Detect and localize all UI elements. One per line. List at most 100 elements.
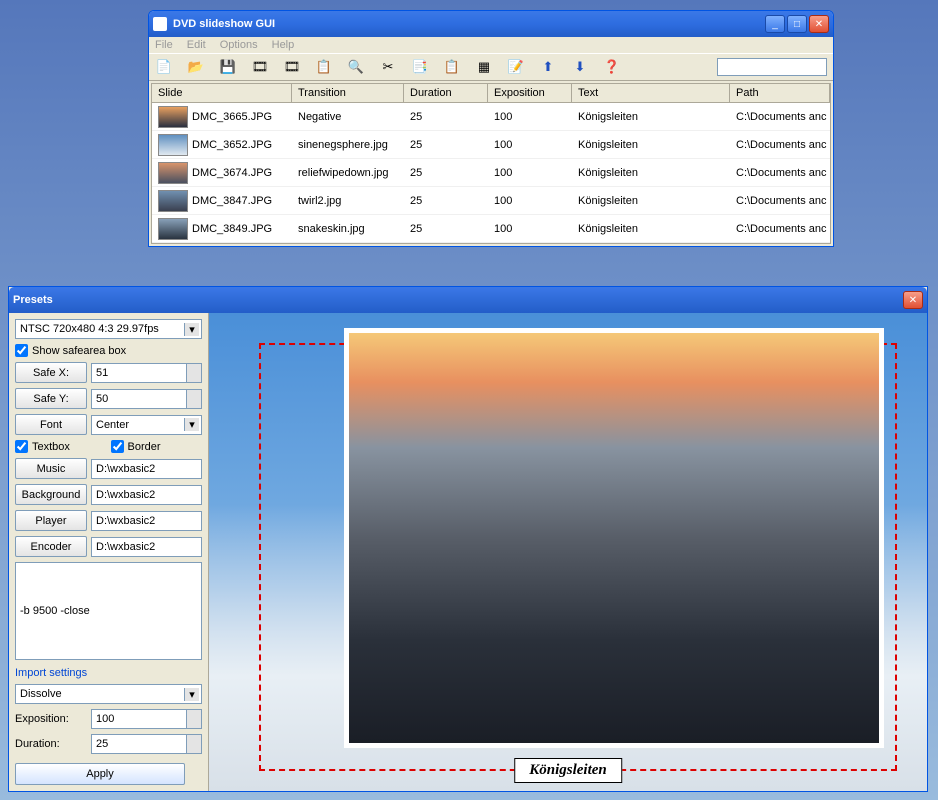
main-window: DVD slideshow GUI _ □ ✕ File Edit Option… — [148, 10, 834, 247]
duration-input[interactable]: 25 — [91, 734, 202, 754]
toolbar-search[interactable] — [717, 58, 827, 76]
cell-transition: snakeskin.jpg — [292, 220, 404, 238]
safey-input[interactable]: 50 — [91, 389, 202, 409]
col-path[interactable]: Path — [730, 84, 830, 102]
menu-options[interactable]: Options — [220, 39, 258, 51]
music-button[interactable]: Music — [15, 458, 87, 479]
cell-duration: 25 — [404, 192, 488, 210]
encoder-path[interactable]: D:\wxbasic2 — [91, 537, 202, 557]
cell-text: Königsleiten — [572, 192, 730, 210]
safex-input[interactable]: 51 — [91, 363, 202, 383]
cell-text: Königsleiten — [572, 164, 730, 182]
menu-help[interactable]: Help — [272, 39, 295, 51]
doc-icon[interactable]: 📝 — [507, 58, 525, 76]
cell-duration: 25 — [404, 108, 488, 126]
up-icon[interactable]: ⬆ — [539, 58, 557, 76]
cell-exposition: 100 — [488, 164, 572, 182]
cell-path: C:\Documents anc — [730, 220, 830, 238]
presets-title: Presets — [13, 294, 903, 306]
save-icon[interactable]: 💾 — [219, 58, 237, 76]
app-icon — [153, 17, 167, 31]
font-button[interactable]: Font — [15, 414, 87, 435]
player-path[interactable]: D:\wxbasic2 — [91, 511, 202, 531]
music-path[interactable]: D:\wxbasic2 — [91, 459, 202, 479]
open-icon[interactable]: 📂 — [187, 58, 205, 76]
presets-window: Presets ✕ NTSC 720x480 4:3 29.97fps Show… — [8, 286, 928, 792]
copy2-icon[interactable]: 📑 — [411, 58, 429, 76]
col-transition[interactable]: Transition — [292, 84, 404, 102]
col-duration[interactable]: Duration — [404, 84, 488, 102]
col-slide[interactable]: Slide — [152, 84, 292, 102]
thumbnail — [158, 106, 188, 128]
slide-name: DMC_3849.JPG — [192, 223, 272, 235]
table-row[interactable]: DMC_3849.JPGsnakeskin.jpg25100Königsleit… — [152, 215, 830, 243]
slide-name: DMC_3847.JPG — [192, 195, 272, 207]
encoder-args[interactable]: -b 9500 -close — [15, 562, 202, 660]
slide-name: DMC_3674.JPG — [192, 167, 272, 179]
new-icon[interactable]: 📄 — [155, 58, 173, 76]
menubar: File Edit Options Help — [149, 37, 833, 53]
main-titlebar[interactable]: DVD slideshow GUI _ □ ✕ — [149, 11, 833, 37]
list-header: Slide Transition Duration Exposition Tex… — [152, 84, 830, 103]
preview-icon[interactable]: 🔍 — [347, 58, 365, 76]
cell-exposition: 100 — [488, 192, 572, 210]
player-button[interactable]: Player — [15, 510, 87, 531]
grid-icon[interactable]: ▦ — [475, 58, 493, 76]
preview-area: Königsleiten — [209, 313, 927, 791]
cell-exposition: 100 — [488, 108, 572, 126]
slide-list: Slide Transition Duration Exposition Tex… — [151, 83, 831, 244]
maximize-button[interactable]: □ — [787, 15, 807, 33]
font-align-select[interactable]: Center — [91, 415, 202, 435]
paste-icon[interactable]: 📋 — [443, 58, 461, 76]
menu-edit[interactable]: Edit — [187, 39, 206, 51]
safex-button[interactable]: Safe X: — [15, 362, 87, 383]
import-settings-label: Import settings — [15, 667, 202, 679]
cell-path: C:\Documents anc — [730, 108, 830, 126]
cell-exposition: 100 — [488, 220, 572, 238]
cell-transition: twirl2.jpg — [292, 192, 404, 210]
slide-name: DMC_3665.JPG — [192, 111, 272, 123]
cell-duration: 25 — [404, 136, 488, 154]
presets-titlebar[interactable]: Presets ✕ — [9, 287, 927, 313]
down-icon[interactable]: ⬇ — [571, 58, 589, 76]
presets-close-button[interactable]: ✕ — [903, 291, 923, 309]
col-exposition[interactable]: Exposition — [488, 84, 572, 102]
table-row[interactable]: DMC_3665.JPGNegative25100KönigsleitenC:\… — [152, 103, 830, 131]
exposition-input[interactable]: 100 — [91, 709, 202, 729]
film-icon[interactable]: 🎞 — [251, 58, 269, 76]
table-row[interactable]: DMC_3652.JPGsinenegsphere.jpg25100Königs… — [152, 131, 830, 159]
table-row[interactable]: DMC_3847.JPG twirl2.jpg25100KönigsleitenC… — [152, 187, 830, 215]
border-checkbox[interactable]: Border — [111, 440, 203, 453]
menu-file[interactable]: File — [155, 39, 173, 51]
col-text[interactable]: Text — [572, 84, 730, 102]
close-button[interactable]: ✕ — [809, 15, 829, 33]
thumbnail — [158, 162, 188, 184]
table-row[interactable]: DMC_3674.JPG reliefwipedown.jpg25100König… — [152, 159, 830, 187]
presets-panel: NTSC 720x480 4:3 29.97fps Show safearea … — [9, 313, 209, 791]
cell-path: C:\Documents anc — [730, 192, 830, 210]
safey-button[interactable]: Safe Y: — [15, 388, 87, 409]
copy-icon[interactable]: 📋 — [315, 58, 333, 76]
background-button[interactable]: Background — [15, 484, 87, 505]
background-path[interactable]: D:\wxbasic2 — [91, 485, 202, 505]
cell-duration: 25 — [404, 220, 488, 238]
cell-transition: Negative — [292, 108, 404, 126]
film2-icon[interactable]: 🎞 — [283, 58, 301, 76]
cut-icon[interactable]: ✂ — [379, 58, 397, 76]
encoder-button[interactable]: Encoder — [15, 536, 87, 557]
thumbnail — [158, 190, 188, 212]
minimize-button[interactable]: _ — [765, 15, 785, 33]
textbox-checkbox[interactable]: Textbox — [15, 440, 107, 453]
cell-duration: 25 — [404, 164, 488, 182]
transition-select[interactable]: Dissolve — [15, 684, 202, 704]
exposition-label: Exposition: — [15, 713, 87, 725]
format-select[interactable]: NTSC 720x480 4:3 29.97fps — [15, 319, 202, 339]
help-icon[interactable]: ❓ — [603, 58, 621, 76]
window-title: DVD slideshow GUI — [173, 18, 765, 30]
cell-path: C:\Documents anc — [730, 136, 830, 154]
cell-transition: reliefwipedown.jpg — [292, 164, 404, 182]
slide-name: DMC_3652.JPG — [192, 139, 272, 151]
preview-photo — [349, 333, 879, 743]
safearea-checkbox[interactable]: Show safearea box — [15, 344, 202, 357]
apply-button[interactable]: Apply — [15, 763, 185, 785]
